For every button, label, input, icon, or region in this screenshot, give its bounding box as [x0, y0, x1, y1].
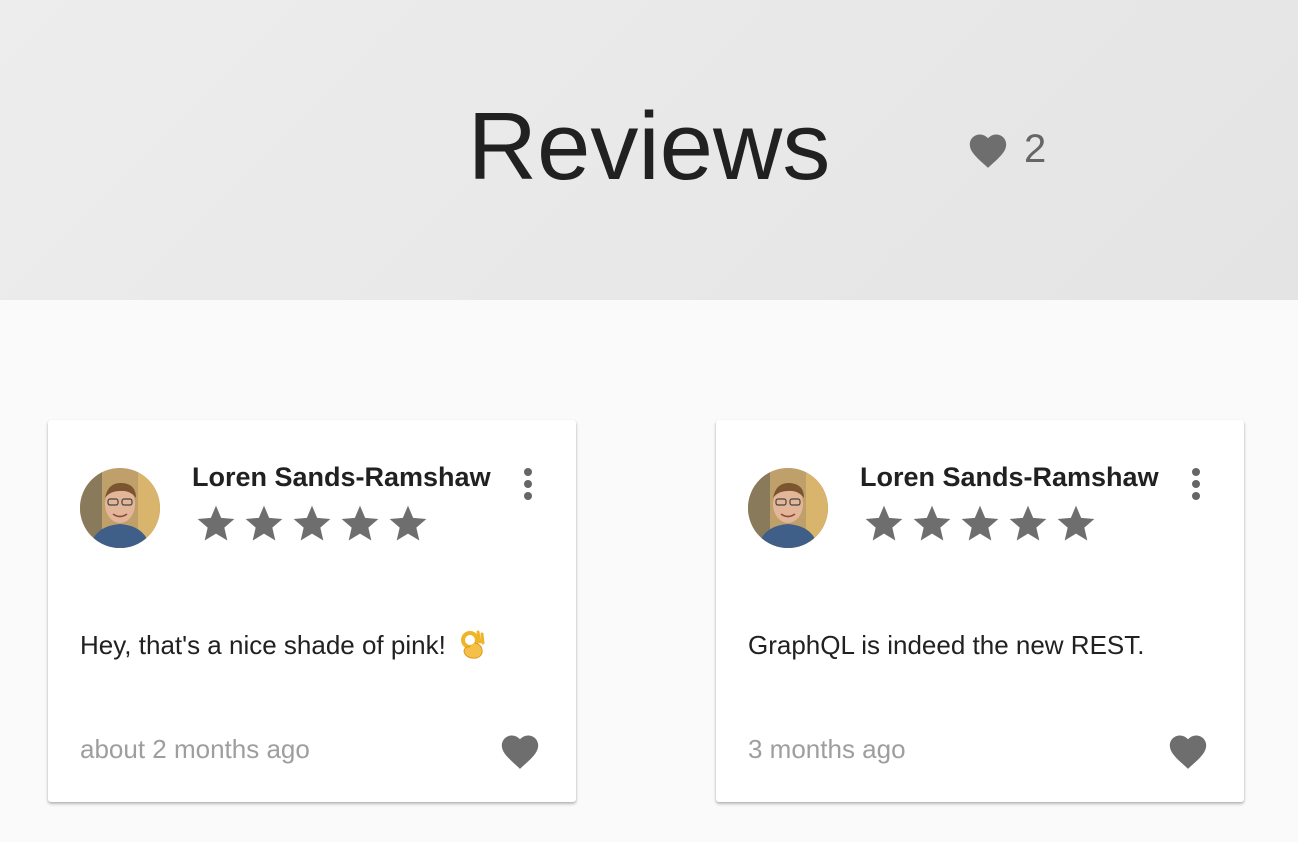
ok-hand-emoji-icon	[461, 630, 485, 659]
star-icon	[913, 505, 951, 541]
star-rating	[194, 502, 430, 546]
review-text-row: GraphQL is indeed the new REST.	[748, 628, 1144, 662]
total-like-count: 2	[1024, 127, 1047, 171]
avatar	[80, 468, 160, 548]
star-icon	[1057, 505, 1095, 541]
heart-icon	[501, 735, 539, 769]
page-header: Reviews 2	[0, 0, 1298, 300]
review-time: 3 months ago	[748, 734, 906, 764]
star-icon	[197, 505, 235, 541]
star-icon	[865, 505, 903, 541]
page-title: Reviews	[467, 93, 831, 200]
review-text: Hey, that's a nice shade of pink!	[80, 630, 446, 660]
star-icon	[389, 505, 427, 541]
star-icon	[245, 505, 283, 541]
star-icon	[293, 505, 331, 541]
review-text-row: Hey, that's a nice shade of pink!	[80, 628, 485, 662]
heart-icon	[969, 134, 1007, 168]
review-time: about 2 months ago	[80, 734, 310, 764]
review-card: Loren Sands-Ramshaw GraphQL is indeed th…	[716, 420, 1244, 802]
star-icon	[961, 505, 999, 541]
star-icon	[341, 505, 379, 541]
like-button[interactable]	[498, 730, 542, 770]
like-button[interactable]	[1166, 730, 1210, 770]
review-author: Loren Sands-Ramshaw	[192, 462, 491, 492]
more-options-icon[interactable]	[1182, 466, 1210, 502]
more-options-icon[interactable]	[514, 466, 542, 502]
review-text: GraphQL is indeed the new REST.	[748, 630, 1145, 660]
star-rating	[862, 502, 1098, 546]
review-author: Loren Sands-Ramshaw	[860, 462, 1159, 492]
star-icon	[1009, 505, 1047, 541]
heart-icon	[1169, 735, 1207, 769]
review-card: Loren Sands-Ramshaw Hey, that's a nice s…	[48, 420, 576, 802]
avatar	[748, 468, 828, 548]
total-likes[interactable]: 2	[966, 124, 1046, 174]
